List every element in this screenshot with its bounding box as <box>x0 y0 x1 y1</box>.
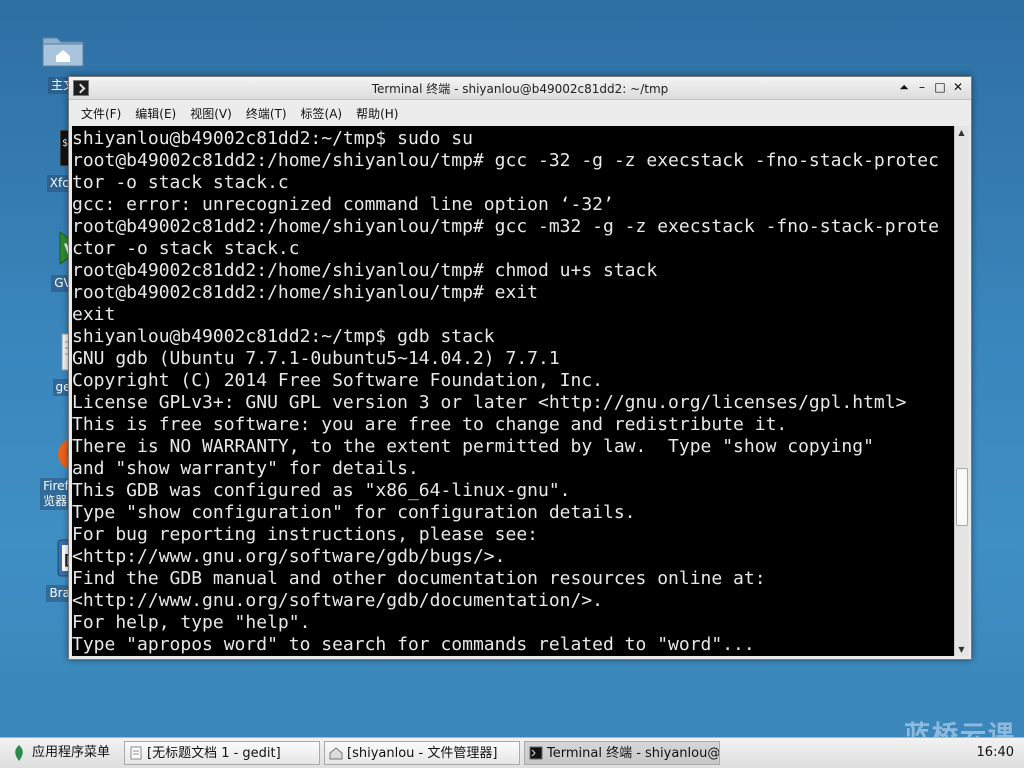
taskbar-item-label: Terminal 终端 - shiyanlou@… <box>547 746 720 761</box>
terminal-text: shiyanlou@b49002c81dd2:~/tmp$ sudo su ro… <box>72 128 939 655</box>
window-controls: ⏶ – □ ✕ <box>897 80 965 95</box>
terminal-output-area[interactable]: shiyanlou@b49002c81dd2:~/tmp$ sudo su ro… <box>72 126 954 656</box>
maximize-button[interactable]: □ <box>933 80 947 95</box>
close-button[interactable]: ✕ <box>951 80 965 95</box>
menu-terminal[interactable]: 终端(T) <box>246 105 287 122</box>
clock[interactable]: 16:40 <box>977 741 1014 765</box>
menu-bar: 文件(F) 编辑(E) 视图(V) 终端(T) 标签(A) 帮助(H) <box>69 100 971 126</box>
taskbar-item-label: [shiyanlou - 文件管理器] <box>347 746 498 761</box>
app-menu-icon <box>15 745 23 761</box>
applications-menu-label: 应用程序菜单 <box>32 745 111 760</box>
text-editor-icon <box>130 746 142 760</box>
window-titlebar[interactable]: Terminal 终端 - shiyanlou@b49002c81dd2: ~/… <box>69 77 971 100</box>
scrollbar-thumb[interactable] <box>956 468 968 526</box>
menu-help[interactable]: 帮助(H) <box>356 105 398 122</box>
applications-menu-button[interactable]: 应用程序菜单 <box>4 741 120 765</box>
minimize-button[interactable]: – <box>915 80 929 95</box>
taskbar: 应用程序菜单 [无标题文档 1 - gedit] [shiyanlou - 文件… <box>0 737 1024 768</box>
terminal-window[interactable]: Terminal 终端 - shiyanlou@b49002c81dd2: ~/… <box>68 76 972 660</box>
menu-edit[interactable]: 编辑(E) <box>135 105 176 122</box>
scroll-up-arrow-icon[interactable]: ▲ <box>955 126 968 139</box>
menu-view[interactable]: 视图(V) <box>190 105 232 122</box>
home-icon <box>329 747 343 760</box>
taskbar-item-terminal[interactable]: Terminal 终端 - shiyanlou@… <box>524 741 720 765</box>
taskbar-item-gedit[interactable]: [无标题文档 1 - gedit] <box>124 741 320 765</box>
taskbar-item-label: [无标题文档 1 - gedit] <box>147 746 281 761</box>
menu-file[interactable]: 文件(F) <box>81 105 121 122</box>
terminal-scrollbar[interactable]: ▲ ▼ <box>954 126 968 656</box>
taskbar-item-file-manager[interactable]: [shiyanlou - 文件管理器] <box>324 741 520 765</box>
shade-button[interactable]: ⏶ <box>897 80 911 95</box>
scroll-down-arrow-icon[interactable]: ▼ <box>955 643 968 656</box>
terminal-icon <box>529 746 543 760</box>
folder-home-icon <box>42 37 84 67</box>
window-title: Terminal 终端 - shiyanlou@b49002c81dd2: ~/… <box>371 82 669 96</box>
menu-tabs[interactable]: 标签(A) <box>301 105 343 122</box>
